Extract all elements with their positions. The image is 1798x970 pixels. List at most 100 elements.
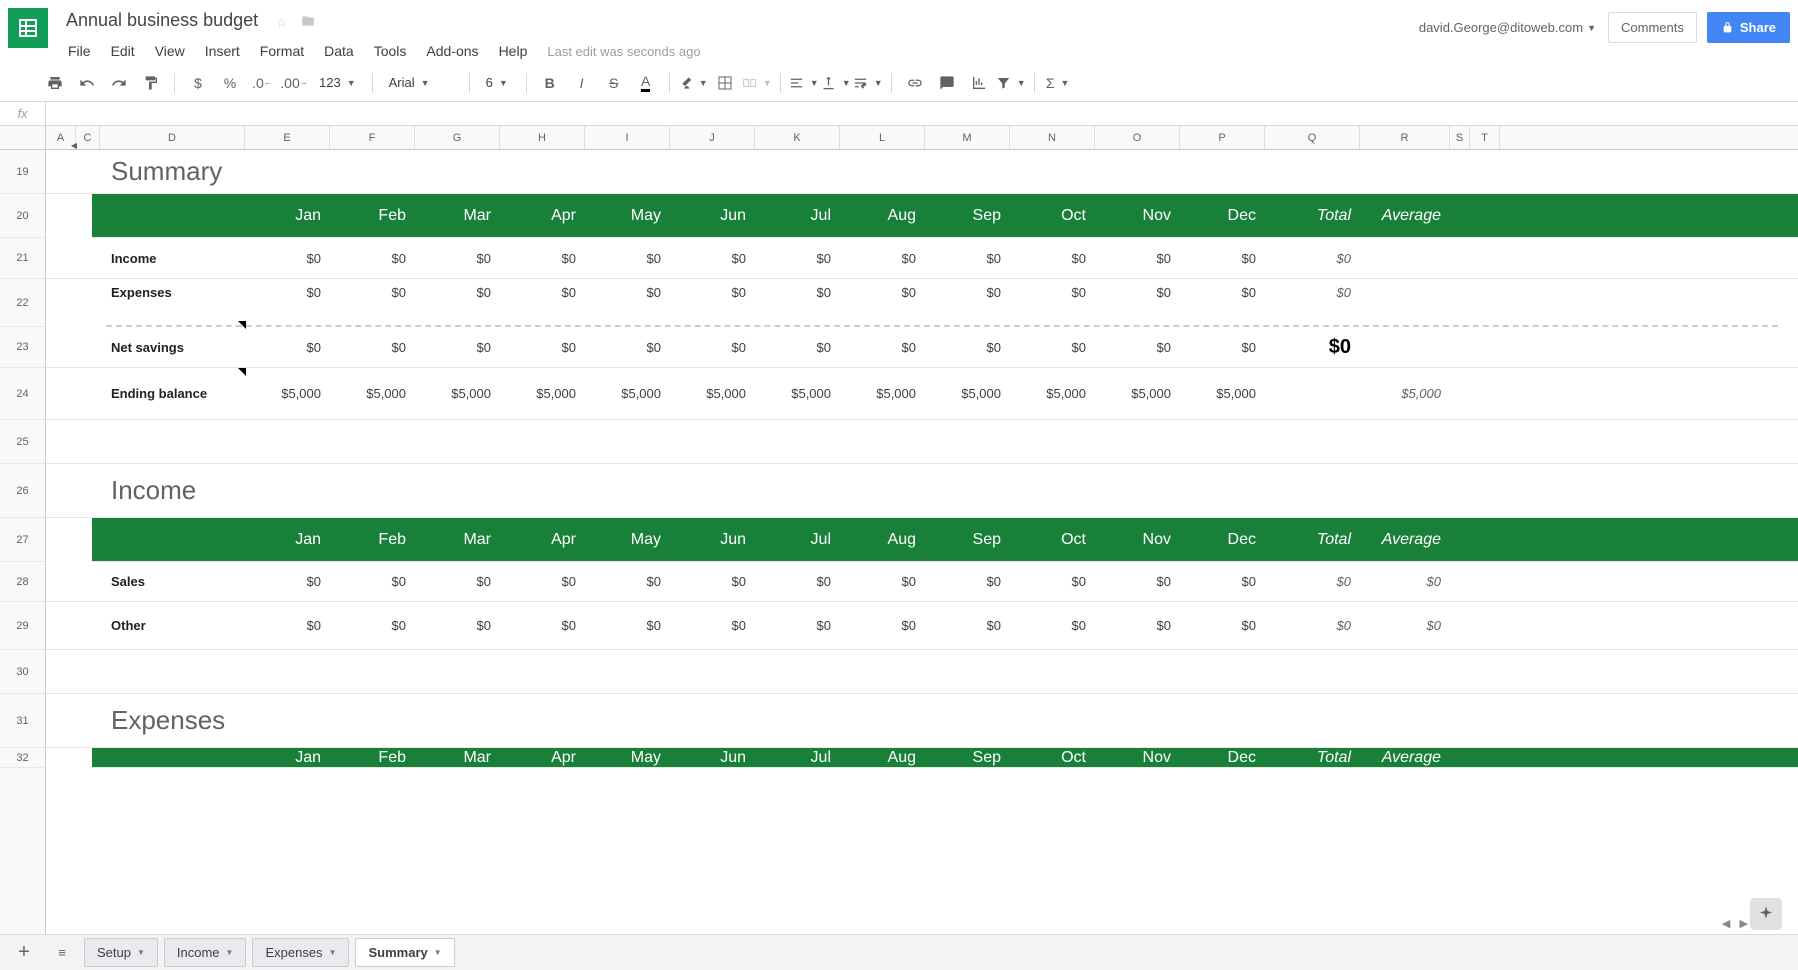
row-header[interactable]: 27 (0, 518, 45, 562)
increase-decimal-icon[interactable]: .00→ (279, 69, 309, 97)
cell-row[interactable]: Summary (46, 150, 1798, 194)
percent-icon[interactable]: % (215, 69, 245, 97)
col-header-H[interactable]: H (500, 126, 585, 149)
row-header[interactable]: 26 (0, 464, 45, 518)
col-header-A[interactable]: A ◀ (46, 126, 76, 149)
menu-file[interactable]: File (60, 39, 99, 63)
font-size-select[interactable]: 6▼ (478, 69, 518, 97)
font-family-select[interactable]: Arial▼ (381, 69, 461, 97)
row-header[interactable]: 23 (0, 327, 45, 368)
col-header-O[interactable]: O (1095, 126, 1180, 149)
merge-cells-icon[interactable]: ▼ (742, 69, 772, 97)
explore-button[interactable] (1750, 898, 1782, 930)
col-header-I[interactable]: I (585, 126, 670, 149)
user-menu[interactable]: david.George@ditoweb.com ▼ (1419, 20, 1596, 35)
star-icon[interactable]: ☆ (276, 15, 288, 31)
note-indicator-icon[interactable] (238, 321, 246, 329)
row-header[interactable]: 20 (0, 194, 45, 238)
row-header[interactable]: 24 (0, 368, 45, 420)
bold-icon[interactable]: B (535, 69, 565, 97)
col-header-G[interactable]: G (415, 126, 500, 149)
cell-row[interactable] (46, 420, 1798, 464)
strikethrough-icon[interactable]: S (599, 69, 629, 97)
col-header-K[interactable]: K (755, 126, 840, 149)
menu-help[interactable]: Help (491, 39, 536, 63)
expenses-header-row[interactable]: Jan Feb Mar Apr May Jun Jul Aug Sep Oct … (92, 748, 1798, 768)
ending-balance-row[interactable]: Ending balance $5,000 $5,000 $5,000 $5,0… (46, 368, 1798, 420)
insert-chart-icon[interactable] (964, 69, 994, 97)
row-header[interactable]: 22 (0, 279, 45, 327)
functions-icon[interactable]: Σ▼ (1043, 69, 1073, 97)
text-color-icon[interactable]: A (631, 69, 661, 97)
row-header[interactable]: 25 (0, 420, 45, 464)
filter-icon[interactable]: ▼ (996, 69, 1026, 97)
folder-icon[interactable] (299, 14, 317, 31)
menu-addons[interactable]: Add-ons (418, 39, 486, 63)
col-header-C[interactable]: C (76, 126, 100, 149)
expenses-row[interactable]: Expenses $0 $0 $0 $0 $0 $0 $0 $0 $0 $0 $… (46, 279, 1798, 327)
other-row[interactable]: Other $0 $0 $0 $0 $0 $0 $0 $0 $0 $0 $0 $… (46, 602, 1798, 650)
select-all-cell[interactable] (0, 126, 46, 149)
col-header-Q[interactable]: Q (1265, 126, 1360, 149)
row-header[interactable]: 19 (0, 150, 45, 194)
all-sheets-button[interactable]: ≡ (46, 939, 78, 967)
insert-comment-icon[interactable] (932, 69, 962, 97)
menu-data[interactable]: Data (316, 39, 362, 63)
undo-icon[interactable] (72, 69, 102, 97)
scroll-arrows[interactable]: ◀ ▶ (1722, 917, 1748, 930)
sheet-tab-income[interactable]: Income▼ (164, 938, 247, 967)
sheet-tab-expenses[interactable]: Expenses▼ (252, 938, 349, 967)
sheets-logo[interactable] (8, 8, 48, 48)
menu-tools[interactable]: Tools (366, 39, 415, 63)
cell-row[interactable] (46, 650, 1798, 694)
sheet-tab-summary[interactable]: Summary▼ (355, 938, 454, 967)
col-header-T[interactable]: T (1470, 126, 1500, 149)
row-header[interactable]: 28 (0, 562, 45, 602)
col-header-D[interactable]: D (100, 126, 245, 149)
last-edit-text[interactable]: Last edit was seconds ago (539, 40, 708, 63)
row-header[interactable]: 21 (0, 238, 45, 279)
menu-insert[interactable]: Insert (197, 39, 248, 63)
col-header-N[interactable]: N (1010, 126, 1095, 149)
redo-icon[interactable] (104, 69, 134, 97)
col-header-F[interactable]: F (330, 126, 415, 149)
col-header-J[interactable]: J (670, 126, 755, 149)
currency-icon[interactable]: $ (183, 69, 213, 97)
number-format-select[interactable]: 123▼ (311, 69, 364, 97)
col-header-R[interactable]: R (1360, 126, 1450, 149)
menu-view[interactable]: View (147, 39, 193, 63)
row-header[interactable]: 29 (0, 602, 45, 650)
income-header-row[interactable]: Jan Feb Mar Apr May Jun Jul Aug Sep Oct … (92, 518, 1798, 562)
sales-row[interactable]: Sales $0 $0 $0 $0 $0 $0 $0 $0 $0 $0 $0 $… (46, 562, 1798, 602)
text-wrap-icon[interactable]: ▼ (853, 69, 883, 97)
row-header[interactable]: 31 (0, 694, 45, 748)
formula-input[interactable] (46, 102, 1798, 125)
menu-format[interactable]: Format (252, 39, 312, 63)
fill-color-icon[interactable]: ▼ (678, 69, 708, 97)
cell-row[interactable]: Income (46, 464, 1798, 518)
income-row[interactable]: Income $0 $0 $0 $0 $0 $0 $0 $0 $0 $0 $0 … (46, 238, 1798, 279)
share-button[interactable]: Share (1707, 12, 1790, 43)
grid-content[interactable]: Summary Jan Feb Mar Apr May Jun Jul Aug … (46, 150, 1798, 934)
paint-format-icon[interactable] (136, 69, 166, 97)
print-icon[interactable] (40, 69, 70, 97)
horizontal-align-icon[interactable]: ▼ (789, 69, 819, 97)
italic-icon[interactable]: I (567, 69, 597, 97)
note-indicator-icon[interactable] (238, 368, 246, 376)
menu-edit[interactable]: Edit (103, 39, 143, 63)
insert-link-icon[interactable] (900, 69, 930, 97)
comments-button[interactable]: Comments (1608, 12, 1697, 43)
net-savings-row[interactable]: Net savings $0 $0 $0 $0 $0 $0 $0 $0 $0 $… (46, 327, 1798, 368)
borders-icon[interactable] (710, 69, 740, 97)
cell-row[interactable]: Expenses (46, 694, 1798, 748)
fx-icon[interactable]: fx (0, 102, 46, 125)
col-header-M[interactable]: M (925, 126, 1010, 149)
col-header-P[interactable]: P (1180, 126, 1265, 149)
row-header[interactable]: 32 (0, 748, 45, 768)
add-sheet-button[interactable]: + (8, 939, 40, 967)
summary-header-row[interactable]: Jan Feb Mar Apr May Jun Jul Aug Sep Oct … (92, 194, 1798, 238)
vertical-align-icon[interactable]: ▼ (821, 69, 851, 97)
col-header-E[interactable]: E (245, 126, 330, 149)
decrease-decimal-icon[interactable]: .0← (247, 69, 277, 97)
col-header-S[interactable]: S (1450, 126, 1470, 149)
